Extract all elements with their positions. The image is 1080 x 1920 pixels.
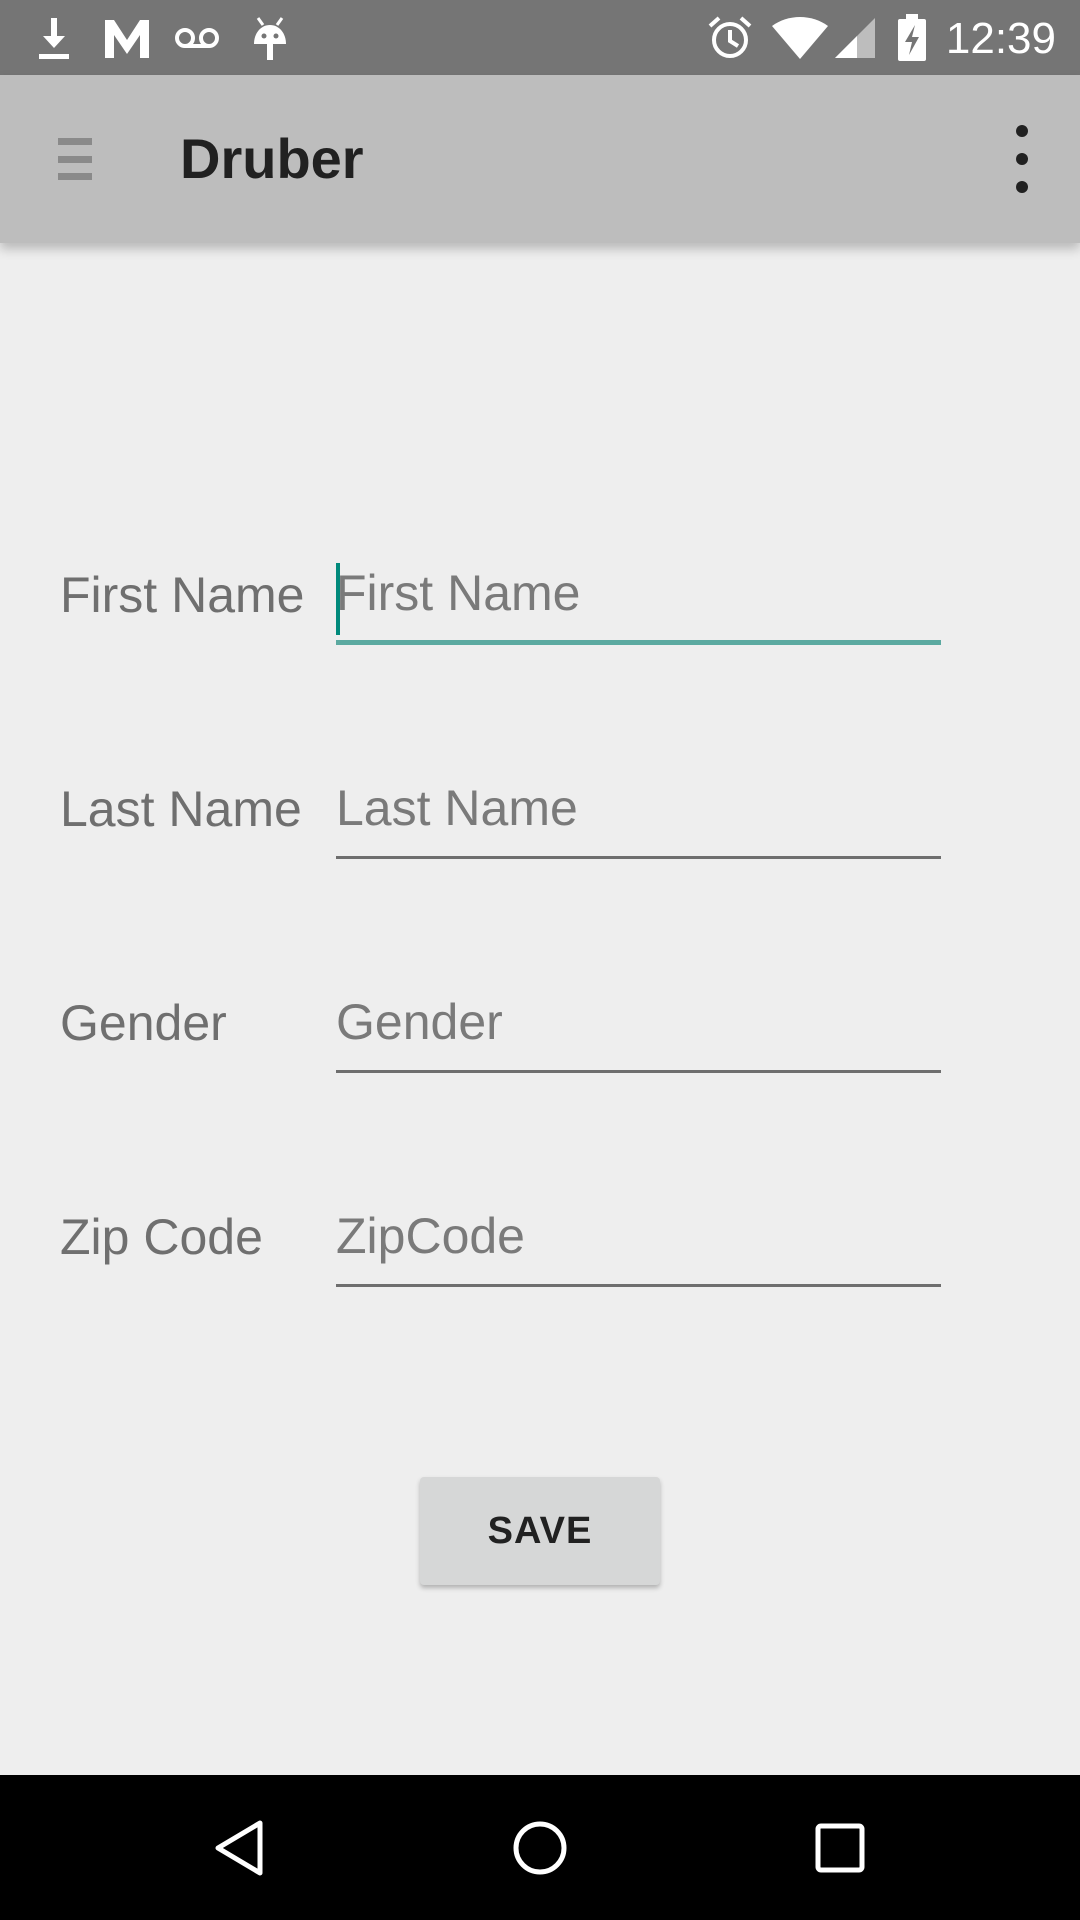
- voicemail-icon: [172, 0, 222, 75]
- status-bar: 12:39: [0, 0, 1080, 75]
- gender-input[interactable]: [336, 973, 941, 1073]
- android-debug-icon: [248, 0, 292, 75]
- zip-code-label: Zip Code: [60, 1209, 263, 1265]
- first-name-input[interactable]: [336, 545, 941, 645]
- last-name-label: Last Name: [60, 781, 302, 837]
- first-name-label: First Name: [60, 567, 305, 623]
- zip-code-input[interactable]: [336, 1187, 941, 1287]
- text-cursor: [336, 563, 340, 635]
- first-name-row: First Name: [0, 545, 1080, 645]
- app-title: Druber: [180, 127, 364, 190]
- wifi-icon: [770, 0, 830, 75]
- navigation-bar: [0, 1775, 1080, 1920]
- battery-charging-icon: [894, 0, 930, 75]
- last-name-input[interactable]: [336, 759, 941, 859]
- menu-icon[interactable]: [58, 138, 92, 180]
- recents-icon[interactable]: [760, 1775, 920, 1920]
- save-button[interactable]: SAVE: [420, 1477, 660, 1585]
- gender-row: Gender: [0, 973, 1080, 1073]
- back-icon[interactable]: [160, 1775, 320, 1920]
- app-toolbar: Druber: [0, 75, 1080, 243]
- last-name-row: Last Name: [0, 759, 1080, 859]
- home-icon[interactable]: [460, 1775, 620, 1920]
- status-time: 12:39: [945, 14, 1056, 63]
- cell-signal-icon: [830, 0, 878, 75]
- app-screen: 12:39 Druber First Name Last Name Gender…: [0, 0, 1080, 1920]
- alarm-icon: [706, 0, 754, 75]
- gender-label: Gender: [60, 995, 227, 1051]
- download-icon: [34, 0, 74, 75]
- zip-code-row: Zip Code: [0, 1187, 1080, 1287]
- more-vert-icon[interactable]: [992, 125, 1052, 193]
- gmail-icon: [100, 0, 154, 75]
